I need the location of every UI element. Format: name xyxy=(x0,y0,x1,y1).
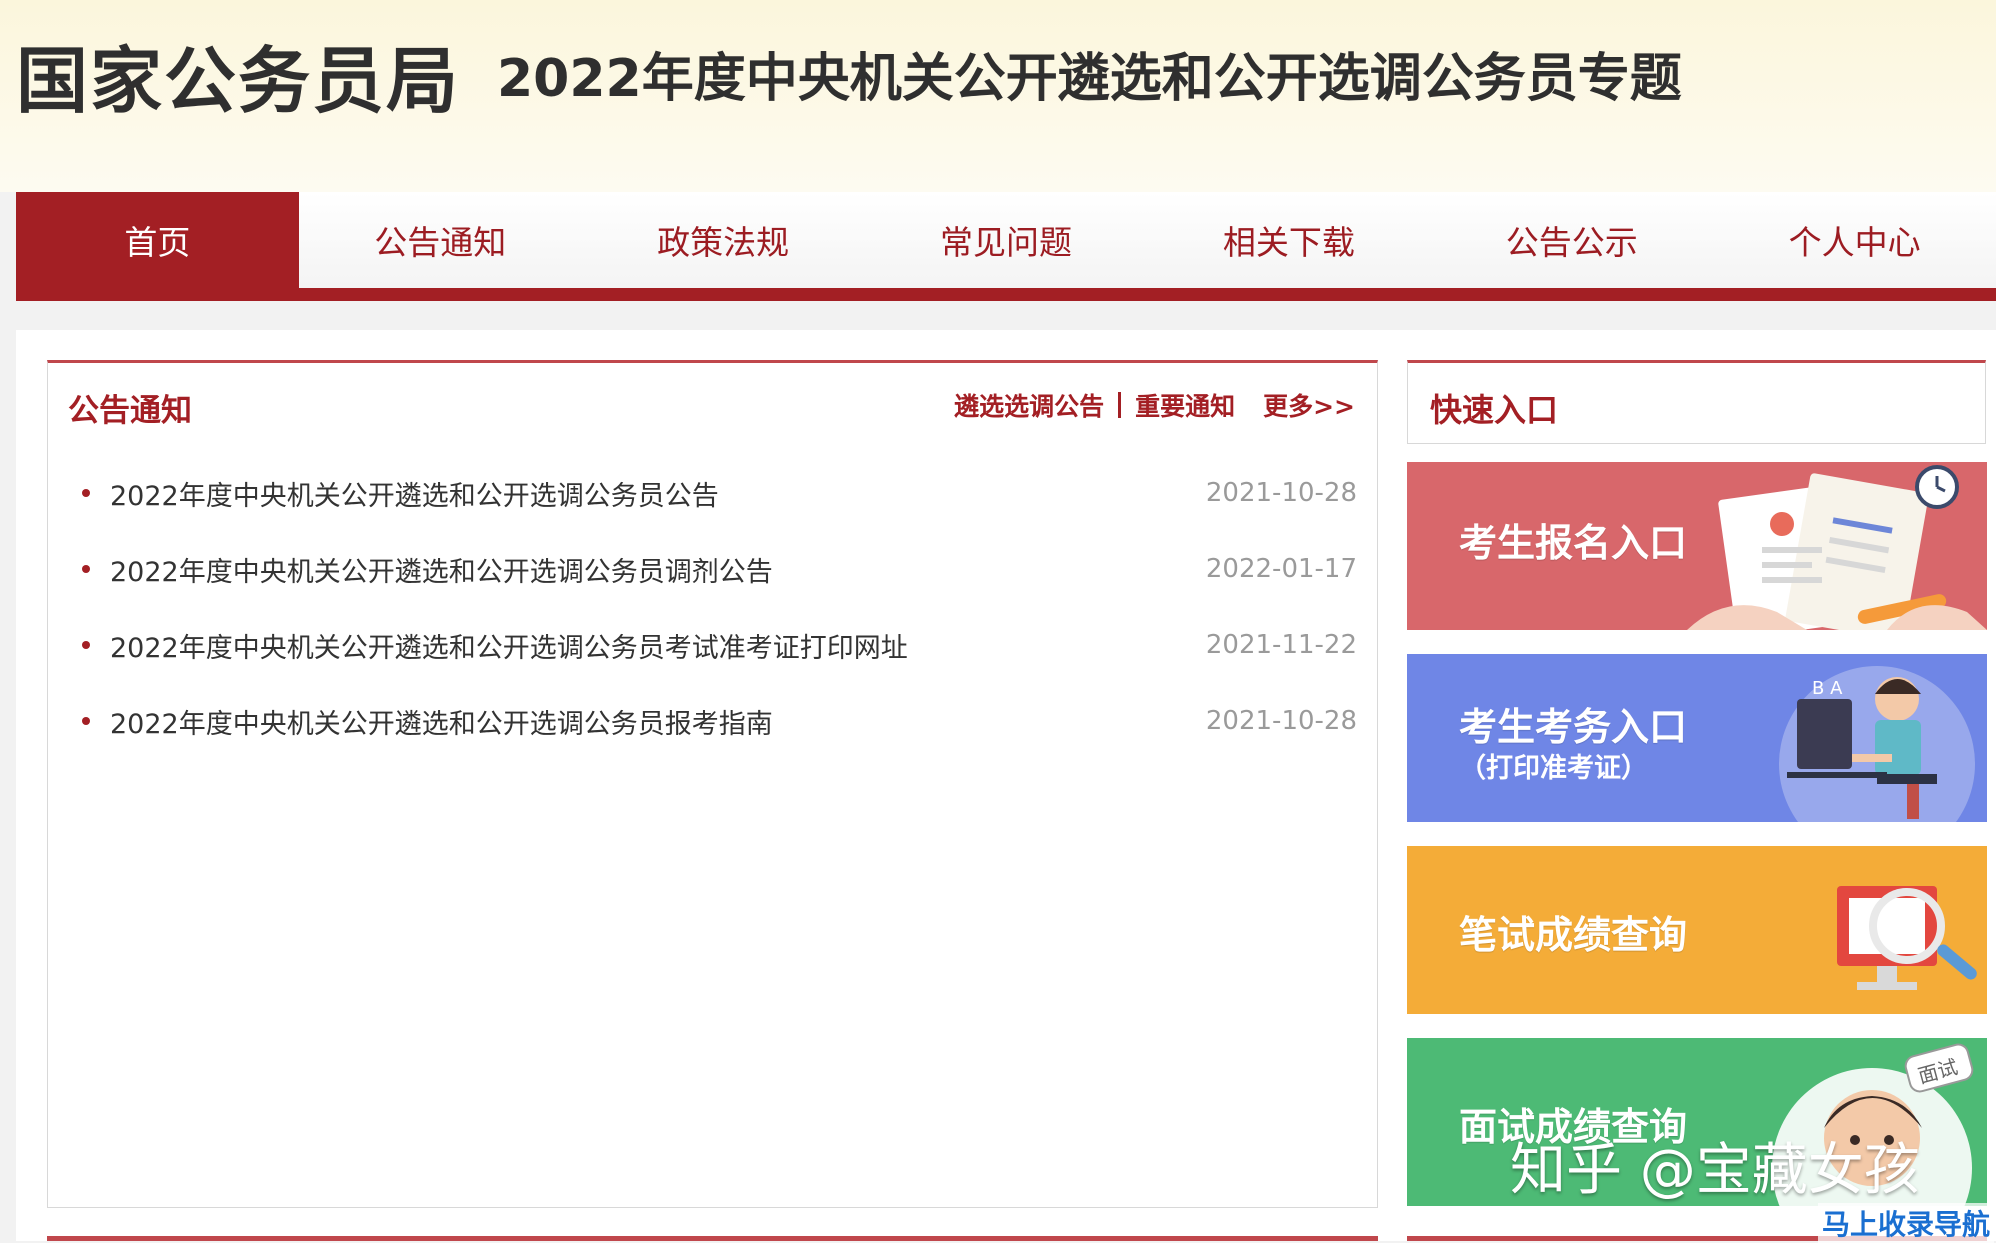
registration-entry-button[interactable]: 考生报名入口 xyxy=(1407,462,1987,630)
notice-link[interactable]: 2022年度中央机关公开遴选和公开选调公务员公告 xyxy=(110,474,719,513)
next-panel-top-border xyxy=(47,1236,1378,1241)
site-logo[interactable]: 国家公务员局 xyxy=(16,22,460,127)
application-form-icon xyxy=(1687,465,1987,630)
nav-item-personal-center[interactable]: 个人中心 xyxy=(1713,192,1996,288)
link-divider xyxy=(1118,392,1122,418)
notice-date: 2022-01-17 xyxy=(1205,554,1357,584)
notice-list: 2022年度中央机关公开遴选和公开选调公务员公告 2021-10-28 2022… xyxy=(48,455,1377,759)
list-item: 2022年度中央机关公开遴选和公开选调公务员报考指南 2021-10-28 xyxy=(48,683,1377,759)
page-subject-title: 2022年度中央机关公开遴选和公开选调公务员专题 xyxy=(497,49,1682,109)
nav-item-policies[interactable]: 政策法规 xyxy=(582,192,865,288)
quick-entry-title: 快速入口 xyxy=(1430,391,1559,429)
nav-item-downloads[interactable]: 相关下载 xyxy=(1147,192,1430,288)
written-score-entry-button[interactable]: 笔试成绩查询 xyxy=(1407,846,1987,1014)
nav-item-announcements[interactable]: 公告通知 xyxy=(299,192,582,288)
more-link[interactable]: 更多>> xyxy=(1263,387,1355,423)
bullet-icon xyxy=(82,489,90,497)
zhihu-watermark: 知乎 @宝藏女孩 xyxy=(1510,1138,1920,1203)
svg-text:B A: B A xyxy=(1812,678,1843,699)
main-nav: 首页 公告通知 政策法规 常见问题 相关下载 公告公示 个人中心 xyxy=(16,192,1996,288)
bullet-icon xyxy=(82,565,90,573)
nav-underline-bar xyxy=(16,288,1996,301)
notice-panel-title: 公告通知 xyxy=(68,393,192,429)
entry-sublabel: （打印准考证） xyxy=(1459,753,1648,784)
list-item: 2022年度中央机关公开遴选和公开选调公务员调剂公告 2022-01-17 xyxy=(48,531,1377,607)
bullet-icon xyxy=(82,717,90,725)
nav-item-faq[interactable]: 常见问题 xyxy=(865,192,1148,288)
notice-link[interactable]: 2022年度中央机关公开遴选和公开选调公务员考试准考证打印网址 xyxy=(110,626,908,665)
nav-item-home[interactable]: 首页 xyxy=(16,192,299,288)
student-computer-icon: B A xyxy=(1779,666,1975,822)
list-item: 2022年度中央机关公开遴选和公开选调公务员考试准考证打印网址 2021-11-… xyxy=(48,607,1377,683)
monitor-magnifier-icon xyxy=(1837,886,1977,990)
exam-affairs-entry-button[interactable]: B A 考生考务入口 （打印准考证） xyxy=(1407,654,1987,822)
bullet-icon xyxy=(82,641,90,649)
notice-link[interactable]: 2022年度中央机关公开遴选和公开选调公务员报考指南 xyxy=(110,702,773,741)
list-item: 2022年度中央机关公开遴选和公开选调公务员公告 2021-10-28 xyxy=(48,455,1377,531)
notice-date: 2021-10-28 xyxy=(1205,478,1357,508)
site-header: 国家公务员局 2022年度中央机关公开遴选和公开选调公务员专题 xyxy=(0,0,1996,192)
notice-date: 2021-10-28 xyxy=(1205,706,1357,736)
corner-watermark: 马上收录导航 xyxy=(1818,1203,1995,1243)
notice-panel-links: 遴选选调公告 重要通知 更多>> xyxy=(954,387,1355,423)
nav-item-publicity[interactable]: 公告公示 xyxy=(1430,192,1713,288)
entry-label: 考生报名入口 xyxy=(1459,521,1688,565)
notice-panel: 公告通知 遴选选调公告 重要通知 更多>> 2022年度中央机关公开遴选和公开选… xyxy=(47,360,1378,1208)
selection-notice-link[interactable]: 遴选选调公告 xyxy=(954,387,1104,423)
important-notice-link[interactable]: 重要通知 xyxy=(1135,387,1235,423)
entry-label: 笔试成绩查询 xyxy=(1459,913,1688,957)
entry-label: 考生考务入口 xyxy=(1459,705,1688,749)
notice-link[interactable]: 2022年度中央机关公开遴选和公开选调公务员调剂公告 xyxy=(110,550,773,589)
notice-date: 2021-11-22 xyxy=(1205,630,1357,660)
quick-entry-header: 快速入口 xyxy=(1407,360,1986,444)
